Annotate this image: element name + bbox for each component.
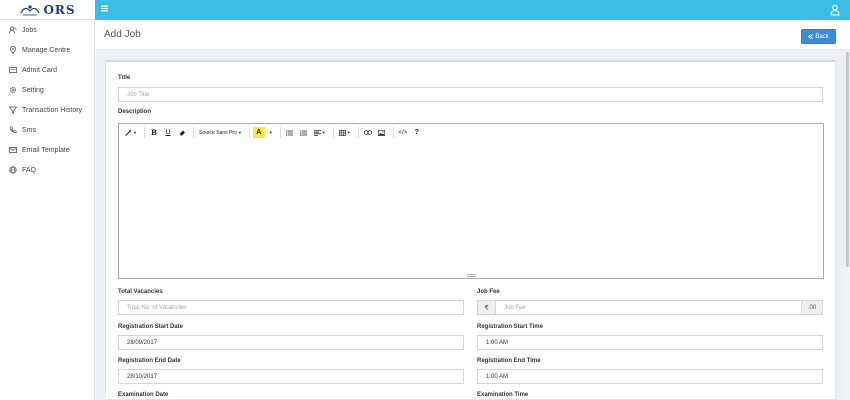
gear-icon xyxy=(8,86,17,95)
sidebar-item-email-template[interactable]: Email Template xyxy=(0,140,94,160)
link-icon xyxy=(363,130,372,135)
reg-end-date-input[interactable]: 28/10/2017 xyxy=(118,369,464,384)
toolbar-separator xyxy=(144,127,145,138)
unordered-list-button[interactable] xyxy=(284,127,296,138)
sidebar-item-label: Jobs xyxy=(22,26,37,34)
id-card-icon xyxy=(8,66,17,75)
table-dropdown[interactable]: ▼ xyxy=(337,127,353,138)
font-name-dropdown[interactable]: Source Sans Pro ▼ xyxy=(197,127,244,138)
sidebar-item-label: Email Template xyxy=(22,146,70,154)
help-button[interactable]: ? xyxy=(411,127,423,138)
total-vacancies-label: Total Vacancies xyxy=(118,289,163,295)
reg-end-time-input[interactable]: 1:00 AM xyxy=(477,369,823,384)
phone-icon xyxy=(8,126,17,135)
map-pin-icon xyxy=(8,46,17,55)
underline-button[interactable]: U xyxy=(162,127,174,138)
toolbar-separator xyxy=(193,127,194,138)
style-dropdown[interactable]: ▼ xyxy=(123,127,139,138)
editor-resize-handle[interactable] xyxy=(467,274,476,277)
sidebar-item-label: FAQ xyxy=(22,166,37,174)
image-icon xyxy=(378,129,386,136)
sidebar: Jobs Manage Centre Admit Card Setting Tr… xyxy=(0,20,95,400)
back-button-label: Back xyxy=(815,33,829,40)
image-button[interactable] xyxy=(376,127,388,138)
ordered-list-icon xyxy=(300,129,308,136)
filter-icon xyxy=(8,106,17,115)
sidebar-item-transaction-history[interactable]: Transaction History xyxy=(0,100,94,120)
globe-icon xyxy=(8,166,17,175)
page-title: Add Job xyxy=(104,29,141,40)
reg-start-time-label: Registration Start Time xyxy=(477,324,543,330)
sidebar-item-label: Sms xyxy=(22,126,36,134)
magic-wand-icon xyxy=(125,129,132,136)
align-dropdown[interactable]: ▼ xyxy=(312,127,328,138)
sidebar-item-admit-card[interactable]: Admit Card xyxy=(0,60,94,80)
toolbar-separator xyxy=(332,127,334,138)
rupee-icon: ₹ xyxy=(477,300,496,315)
ordered-list-button[interactable] xyxy=(298,127,310,138)
toolbar-separator xyxy=(392,127,394,138)
text-color-button[interactable]: A xyxy=(252,127,265,138)
sidebar-item-label: Setting xyxy=(22,86,44,94)
hamburger-icon[interactable] xyxy=(101,5,108,15)
reg-end-time-label: Registration End Time xyxy=(477,358,541,364)
total-vacancies-input[interactable]: Total No. of Vacancies xyxy=(118,300,464,315)
color-dropdown-caret[interactable]: ▼ xyxy=(267,127,275,138)
job-title-input[interactable]: Job Title xyxy=(118,87,823,102)
sidebar-item-label: Transaction History xyxy=(22,106,83,114)
align-left-icon xyxy=(313,129,321,136)
jobs-icon xyxy=(8,26,17,35)
sidebar-item-label: Manage Centre xyxy=(22,46,71,54)
exam-time-label: Examination Time xyxy=(477,392,529,398)
logo-text: ORS xyxy=(43,2,76,17)
logo-emblem-icon xyxy=(20,4,40,15)
font-name-value: Source Sans Pro xyxy=(199,129,237,136)
top-header xyxy=(0,0,850,20)
exam-date-label: Examination Date xyxy=(118,392,169,398)
unordered-list-icon xyxy=(286,129,294,136)
reg-end-date-label: Registration End Date xyxy=(118,358,181,364)
reg-start-date-input[interactable]: 28/09/2017 xyxy=(118,335,464,350)
page-header: Add Job Back xyxy=(95,20,850,50)
toolbar-separator xyxy=(357,127,359,138)
clear-format-button[interactable] xyxy=(176,127,188,138)
sidebar-item-sms[interactable]: Sms xyxy=(0,120,94,140)
sidebar-item-faq[interactable]: FAQ xyxy=(0,160,94,180)
description-label: Description xyxy=(118,109,152,115)
sidebar-item-setting[interactable]: Setting xyxy=(0,80,94,100)
bold-button[interactable]: B xyxy=(148,127,160,138)
link-button[interactable] xyxy=(362,127,374,138)
back-button[interactable]: Back xyxy=(801,29,836,44)
double-chevron-left-icon xyxy=(808,34,814,39)
job-fee-decimal-suffix: .00 xyxy=(801,300,823,315)
sidebar-item-manage-centre[interactable]: Manage Centre xyxy=(0,40,94,60)
sidebar-item-label: Admit Card xyxy=(22,66,58,74)
toolbar-separator xyxy=(279,127,281,138)
reg-start-time-input[interactable]: 1:00 AM xyxy=(477,335,823,350)
reg-start-date-label: Registration Start Date xyxy=(118,324,184,330)
job-form-card: Title Job Title Description ▼ B U Source… xyxy=(105,60,836,400)
table-icon xyxy=(338,129,346,136)
job-fee-input[interactable]: Job Fee xyxy=(495,300,802,315)
job-fee-label: Job Fee xyxy=(477,289,500,295)
page-scrollbar-thumb[interactable] xyxy=(846,52,849,267)
editor-toolbar: ▼ B U Source Sans Pro ▼ A ▼ ▼ ▼ </> ? xyxy=(119,124,823,141)
title-label: Title xyxy=(118,75,131,81)
eraser-icon xyxy=(179,130,185,136)
code-view-button[interactable]: </> xyxy=(397,127,409,138)
user-icon[interactable] xyxy=(830,4,840,16)
logo[interactable]: ORS xyxy=(0,0,95,20)
description-editor[interactable]: ▼ B U Source Sans Pro ▼ A ▼ ▼ ▼ </> ? xyxy=(118,123,824,279)
toolbar-separator xyxy=(248,127,250,138)
envelope-icon xyxy=(8,146,17,155)
sidebar-item-jobs[interactable]: Jobs xyxy=(0,20,94,40)
